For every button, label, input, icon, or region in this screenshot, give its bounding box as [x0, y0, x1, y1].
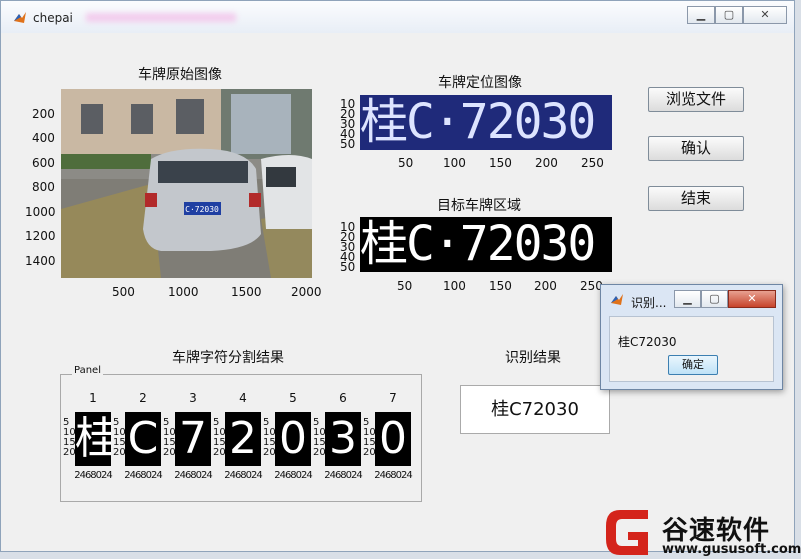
char-xticks: 2468024 [324, 470, 363, 481]
matlab-icon [14, 12, 26, 23]
minimize-button[interactable]: ▁ [687, 6, 715, 24]
matlab-icon [611, 294, 623, 305]
char-index-1: 1 [89, 391, 97, 405]
dialog-body: 桂C72030 确定 [609, 316, 774, 382]
located-yticks: 10 20 30 40 50 [340, 98, 356, 151]
y-tick: 20 [363, 447, 376, 458]
char-yticks: 5 10 15 20 [313, 418, 326, 458]
maximize-button[interactable]: ▢ [715, 6, 743, 24]
x-tick: 150 [489, 156, 512, 170]
segmented-char-1: 桂 [75, 412, 111, 466]
x-tick: 50 [397, 279, 413, 293]
located-plate-title: 车牌定位图像 [438, 75, 522, 91]
dialog-maximize-button[interactable]: ▢ [701, 290, 728, 308]
result-dialog: 识别... ▁ ▢ ✕ 桂C72030 确定 [600, 284, 783, 390]
panel-label: Panel [72, 365, 103, 376]
x-tick: 500 [112, 285, 135, 299]
char-xticks: 2468024 [74, 470, 113, 481]
segmented-char-2: C [125, 412, 161, 466]
char-index-2: 2 [139, 391, 147, 405]
y-tick: 50 [340, 137, 356, 151]
segmented-char-5: 0 [275, 412, 311, 466]
char-xticks: 2468024 [224, 470, 263, 481]
original-car-photo: C·72030 [61, 89, 312, 278]
x-tick: 1000 [168, 285, 199, 299]
blurred-title-extra [86, 13, 236, 22]
y-tick: 20 [63, 447, 76, 458]
y-tick: 20 [313, 447, 326, 458]
x-tick: 250 [581, 156, 604, 170]
x-tick: 2000 [291, 285, 322, 299]
segmentation-title: 车牌字符分割结果 [172, 350, 284, 366]
dialog-close-button[interactable]: ✕ [728, 290, 776, 308]
target-plate-binary: 桂C·72030 [360, 217, 612, 272]
dialog-message: 桂C72030 [618, 335, 677, 349]
char-yticks: 5 10 15 20 [63, 418, 76, 458]
x-tick: 1500 [231, 285, 262, 299]
x-tick: 150 [489, 279, 512, 293]
close-button[interactable]: ✕ [743, 6, 787, 24]
dialog-minimize-button[interactable]: ▁ [674, 290, 701, 308]
y-tick: 20 [163, 447, 176, 458]
original-image-title: 车牌原始图像 [138, 67, 222, 83]
char-xticks: 2468024 [374, 470, 413, 481]
x-tick: 200 [535, 156, 558, 170]
dialog-title: 识别... [631, 296, 667, 310]
y-tick: 20 [263, 447, 276, 458]
segmented-char-6: 3 [325, 412, 361, 466]
char-index-3: 3 [189, 391, 197, 405]
char-xticks: 2468024 [274, 470, 313, 481]
char-yticks: 5 10 15 20 [113, 418, 126, 458]
y-tick: 400 [32, 131, 55, 145]
result-textbox: 桂C72030 [460, 385, 610, 434]
dialog-ok-button[interactable]: 确定 [668, 355, 718, 375]
target-region-title: 目标车牌区域 [437, 198, 521, 214]
confirm-button[interactable]: 确认 [648, 136, 744, 161]
watermark-url: www.gususoft.com [662, 542, 801, 557]
char-yticks: 5 10 15 20 [213, 418, 226, 458]
char-index-5: 5 [289, 391, 297, 405]
x-tick: 50 [398, 156, 414, 170]
y-tick: 1200 [25, 229, 56, 243]
x-tick: 100 [443, 279, 466, 293]
y-tick: 20 [113, 447, 126, 458]
char-yticks: 5 10 15 20 [363, 418, 376, 458]
watermark: 谷速软件 www.gususoft.com [600, 506, 801, 559]
located-plate-image: 桂C·72030 [360, 95, 612, 150]
char-yticks: 5 10 15 20 [263, 418, 276, 458]
char-index-7: 7 [389, 391, 397, 405]
result-label: 识别结果 [505, 350, 561, 366]
browse-file-button[interactable]: 浏览文件 [648, 87, 744, 112]
y-tick: 600 [32, 156, 55, 170]
char-index-6: 6 [339, 391, 347, 405]
y-tick: 50 [340, 260, 356, 274]
char-xticks: 2468024 [124, 470, 163, 481]
char-yticks: 5 10 15 20 [163, 418, 176, 458]
x-tick: 200 [534, 279, 557, 293]
segmented-char-3: 7 [175, 412, 211, 466]
target-yticks: 10 20 30 40 50 [340, 221, 356, 274]
y-tick: 800 [32, 180, 55, 194]
y-tick: 20 [213, 447, 226, 458]
end-button[interactable]: 结束 [648, 186, 744, 211]
segmented-char-4: 2 [225, 412, 261, 466]
y-tick: 1000 [25, 205, 56, 219]
x-tick: 100 [443, 156, 466, 170]
segmented-char-7: 0 [375, 412, 411, 466]
window-title: chepai [33, 11, 73, 25]
char-index-4: 4 [239, 391, 247, 405]
y-tick: 1400 [25, 254, 56, 268]
y-tick: 200 [32, 107, 55, 121]
char-xticks: 2468024 [174, 470, 213, 481]
car-plate-text: C·72030 [185, 205, 219, 214]
gususoft-logo-icon [606, 510, 648, 555]
title-bar: chepai ▁ ▢ ✕ [1, 1, 794, 33]
